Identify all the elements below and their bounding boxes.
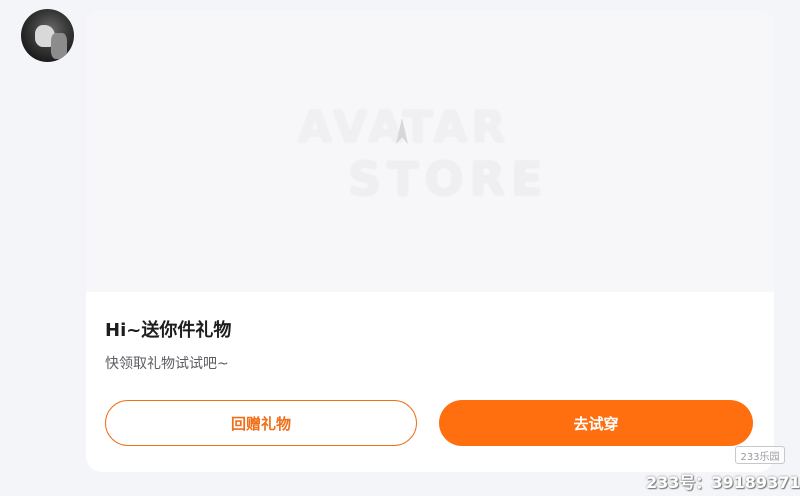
banner-logo-line2: STORE <box>348 152 549 206</box>
watermark-badge: 233乐园 <box>735 446 785 464</box>
try-on-button[interactable]: 去试穿 <box>439 400 753 446</box>
avatar-image-detail <box>51 33 67 59</box>
gift-message-card: AVATAR STORE Hi~送你件礼物 快领取礼物试试吧~ 回赠礼物 去试穿 <box>86 10 774 472</box>
card-subtitle: 快领取礼物试试吧~ <box>105 356 229 372</box>
card-title: Hi~送你件礼物 <box>105 320 232 341</box>
return-gift-button[interactable]: 回赠礼物 <box>105 400 417 446</box>
sender-avatar[interactable] <box>21 9 74 62</box>
watermark-id: 233号：391893716 <box>646 473 800 492</box>
gift-banner-image[interactable]: AVATAR STORE <box>86 10 774 292</box>
